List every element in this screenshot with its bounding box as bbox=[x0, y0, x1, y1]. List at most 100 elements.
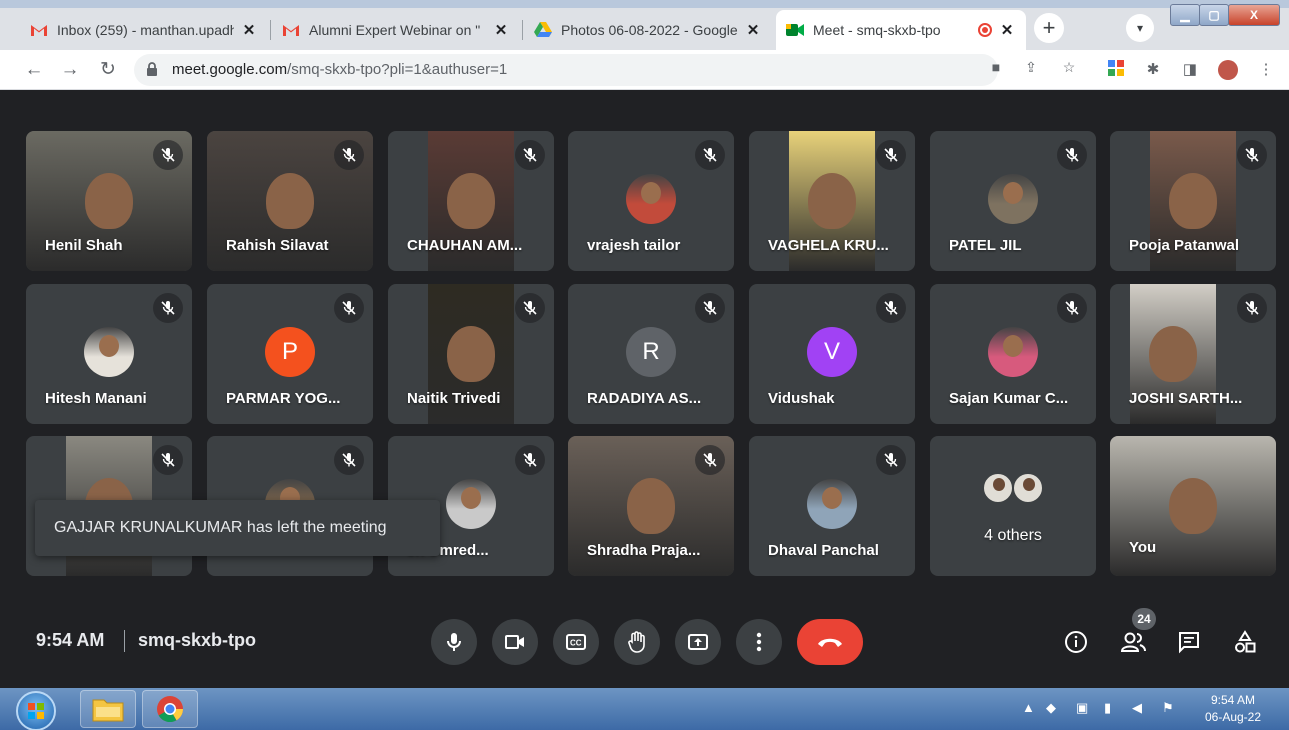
participant-avatar bbox=[807, 479, 857, 529]
tab-title: Inbox (259) - manthan.upadhyay bbox=[57, 22, 234, 38]
microphone-button[interactable] bbox=[431, 619, 477, 665]
close-icon[interactable]: ✕ bbox=[998, 21, 1016, 39]
extension-icon[interactable] bbox=[1106, 60, 1126, 80]
participant-tile[interactable]: P PARMAR YOG... bbox=[207, 284, 373, 424]
mic-off-icon bbox=[153, 293, 183, 323]
mic-off-icon bbox=[1237, 140, 1267, 170]
bookmark-star-icon[interactable]: ☆ bbox=[1060, 58, 1078, 76]
present-screen-button[interactable] bbox=[675, 619, 721, 665]
participant-tile[interactable]: CHAUHAN AM... bbox=[388, 131, 554, 271]
url-path: /smq-skxb-tpo?pli=1&authuser=1 bbox=[287, 61, 508, 78]
action-center-flag-icon[interactable]: ⚑ bbox=[1162, 700, 1174, 716]
mic-off-icon bbox=[334, 140, 364, 170]
participant-tile[interactable]: Pooja Patanwal bbox=[1110, 131, 1276, 271]
close-icon[interactable]: ✕ bbox=[744, 21, 762, 39]
meeting-code: smq-skxb-tpo bbox=[138, 630, 257, 650]
window-close-button[interactable]: X bbox=[1228, 4, 1280, 26]
close-icon[interactable]: ✕ bbox=[492, 21, 510, 39]
chat-button[interactable] bbox=[1175, 628, 1203, 656]
participant-tile[interactable]: You bbox=[1110, 436, 1276, 576]
power-icon[interactable]: ▮ bbox=[1104, 700, 1111, 716]
extensions-puzzle-icon[interactable]: ✱ bbox=[1143, 60, 1163, 80]
tab-photos-drive[interactable]: Photos 06-08-2022 - Google Drive ✕ bbox=[524, 10, 772, 50]
info-icon bbox=[1065, 631, 1087, 653]
participant-tile[interactable]: R RADADIYA AS... bbox=[568, 284, 734, 424]
participant-avatar: V bbox=[807, 327, 857, 377]
hang-up-icon bbox=[818, 638, 842, 647]
back-button[interactable]: ← bbox=[20, 56, 48, 84]
minimize-button[interactable]: ▁ bbox=[1170, 4, 1200, 26]
close-icon[interactable]: ✕ bbox=[240, 21, 258, 39]
lock-icon bbox=[146, 62, 158, 78]
tab-alumni-webinar[interactable]: Alumni Expert Webinar on " ✕ bbox=[272, 10, 520, 50]
start-button[interactable] bbox=[16, 691, 56, 730]
camera-button[interactable] bbox=[492, 619, 538, 665]
show-hidden-icons-button[interactable]: ▲ bbox=[1022, 700, 1035, 715]
participant-tile[interactable]: vrajesh tailor bbox=[568, 131, 734, 271]
mic-off-icon bbox=[695, 140, 725, 170]
participant-name: Vidushak bbox=[768, 390, 835, 407]
tray-app-icon[interactable]: ◆ bbox=[1046, 700, 1056, 716]
profile-avatar-icon[interactable] bbox=[1218, 60, 1238, 80]
leave-call-button[interactable] bbox=[797, 619, 863, 665]
participant-tile[interactable]: Naitik Trivedi bbox=[388, 284, 554, 424]
participant-name: Henil Shah bbox=[45, 237, 123, 254]
recording-icon bbox=[978, 23, 992, 37]
participant-tile[interactable]: V Vidushak bbox=[749, 284, 915, 424]
mic-off-icon bbox=[1057, 293, 1087, 323]
browser-toolbar: ← → ↻ meet.google.com/smq-skxb-tpo?pli=1… bbox=[0, 50, 1289, 90]
participant-avatar: P bbox=[265, 327, 315, 377]
forward-button[interactable]: → bbox=[56, 56, 84, 84]
participant-name: Pooja Patanwal bbox=[1129, 237, 1240, 254]
folder-icon bbox=[92, 699, 124, 722]
maximize-button[interactable]: ▢ bbox=[1199, 4, 1229, 26]
more-menu-icon[interactable]: ⋮ bbox=[1256, 60, 1276, 80]
share-icon[interactable]: ⇪ bbox=[1022, 58, 1040, 76]
participant-avatar bbox=[988, 327, 1038, 377]
people-button[interactable] bbox=[1119, 628, 1147, 656]
window-frame bbox=[0, 0, 1289, 8]
side-panel-icon[interactable]: ◨ bbox=[1180, 60, 1200, 80]
participant-tile[interactable]: Dhaval Panchal bbox=[749, 436, 915, 576]
new-tab-button[interactable]: + bbox=[1034, 13, 1064, 43]
mic-off-icon bbox=[515, 293, 545, 323]
participant-tile[interactable]: Sajan Kumar C... bbox=[930, 284, 1096, 424]
participant-name: VAGHELA KRU... bbox=[768, 237, 889, 254]
address-bar[interactable]: meet.google.com/smq-skxb-tpo?pli=1&authu… bbox=[134, 54, 998, 86]
gmail-icon bbox=[30, 21, 48, 39]
drive-icon bbox=[534, 21, 552, 39]
tab-title: Meet - smq-skxb-tpo bbox=[813, 22, 941, 38]
mic-off-icon bbox=[1237, 293, 1267, 323]
participant-tile[interactable]: Rahish Silavat bbox=[207, 131, 373, 271]
activities-button[interactable] bbox=[1231, 628, 1259, 656]
participant-tile[interactable]: VAGHELA KRU... bbox=[749, 131, 915, 271]
system-time: 9:54 AM bbox=[1210, 693, 1256, 707]
system-clock[interactable]: 9:54 AM 06-Aug-22 bbox=[1196, 692, 1270, 726]
captions-button[interactable]: CC bbox=[553, 619, 599, 665]
tab-inbox[interactable]: Inbox (259) - manthan.upadhyay ✕ bbox=[20, 10, 268, 50]
participant-name: Dhaval Panchal bbox=[768, 542, 879, 559]
meeting-time: 9:54 AM bbox=[36, 630, 105, 650]
raise-hand-button[interactable] bbox=[614, 619, 660, 665]
participant-name: Shradha Praja... bbox=[587, 542, 701, 559]
participant-tile[interactable]: Henil Shah bbox=[26, 131, 192, 271]
meeting-details-button[interactable] bbox=[1062, 628, 1090, 656]
network-icon[interactable]: ▣ bbox=[1076, 700, 1088, 716]
participant-tile[interactable]: Shradha Praja... bbox=[568, 436, 734, 576]
participant-tile[interactable]: 4 others bbox=[930, 436, 1096, 576]
camera-in-use-icon[interactable]: ■ bbox=[987, 58, 1005, 76]
participant-avatar: R bbox=[626, 327, 676, 377]
mic-off-icon bbox=[334, 293, 364, 323]
tab-meet[interactable]: Meet - smq-skxb-tpo ✕ bbox=[776, 10, 1026, 50]
participant-tile[interactable]: Hitesh Manani bbox=[26, 284, 192, 424]
chrome-taskbar-button[interactable] bbox=[142, 690, 198, 728]
volume-icon[interactable]: ◀ bbox=[1132, 700, 1142, 716]
more-options-button[interactable] bbox=[736, 619, 782, 665]
file-explorer-taskbar-button[interactable] bbox=[80, 690, 136, 728]
participant-tile[interactable]: PATEL JIL bbox=[930, 131, 1096, 271]
mic-off-icon bbox=[876, 140, 906, 170]
svg-text:CC: CC bbox=[570, 639, 582, 648]
participant-tile[interactable]: JOSHI SARTH... bbox=[1110, 284, 1276, 424]
reload-button[interactable]: ↻ bbox=[94, 56, 122, 84]
tab-search-button[interactable]: ▾ bbox=[1126, 14, 1154, 42]
